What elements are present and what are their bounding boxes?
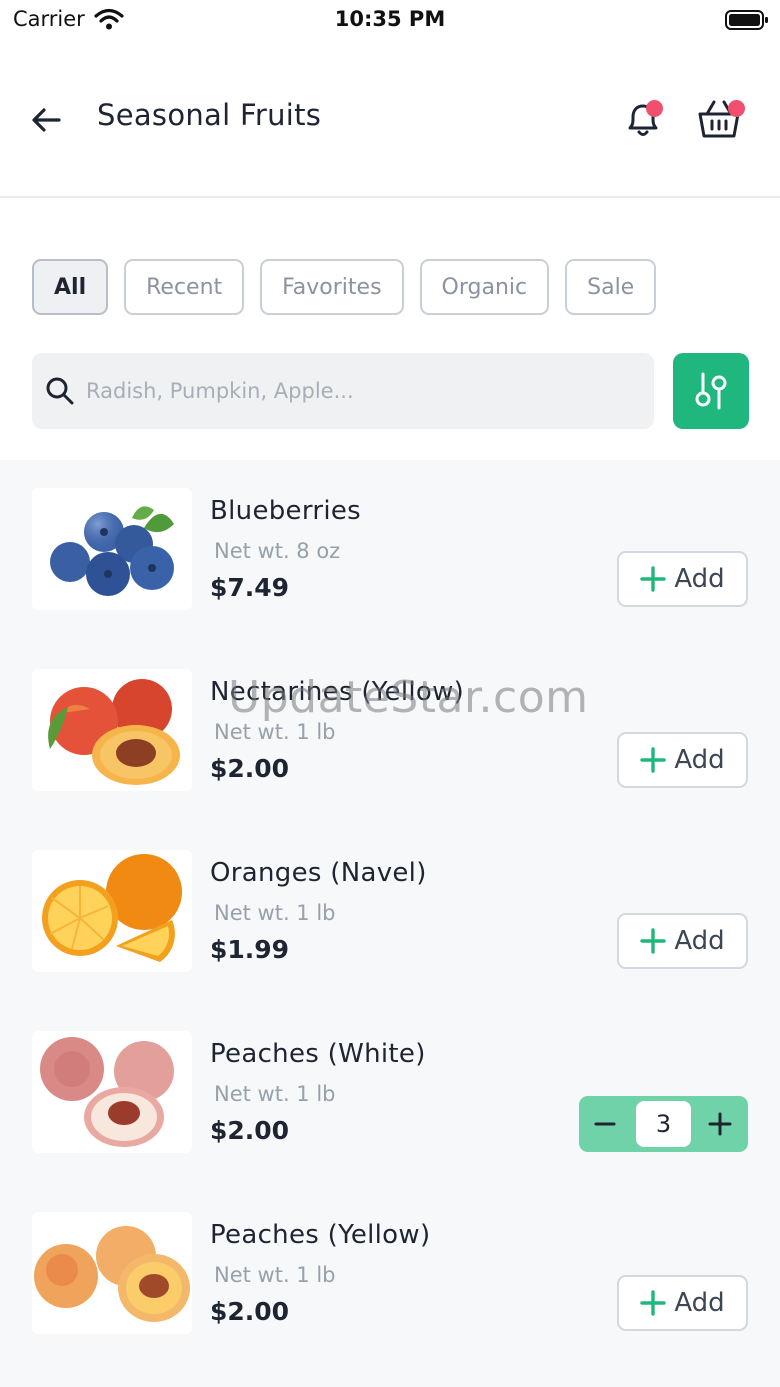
notification-badge (646, 100, 663, 117)
filter-chips: All Recent Favorites Organic Sale (32, 259, 657, 315)
add-label: Add (674, 1288, 725, 1318)
product-weight: Net wt. 1 lb (214, 1263, 336, 1287)
nectarines-image (32, 669, 192, 791)
plus-icon (640, 1290, 667, 1316)
plus-icon (708, 1112, 732, 1136)
add-button[interactable]: Add (617, 551, 748, 607)
product-name: Nectarines (Yellow) (210, 677, 465, 707)
product-price: $7.49 (210, 573, 290, 602)
add-button[interactable]: Add (617, 732, 748, 788)
quantity-stepper: 3 (579, 1096, 748, 1152)
notifications-button[interactable] (620, 96, 666, 142)
blueberries-image (32, 488, 192, 610)
filter-sliders-icon (695, 372, 727, 410)
cart-button[interactable] (694, 96, 746, 142)
product-weight: Net wt. 1 lb (214, 901, 336, 925)
product-weight: Net wt. 8 oz (214, 539, 341, 563)
product-weight: Net wt. 1 lb (214, 720, 336, 744)
product-name: Peaches (Yellow) (210, 1220, 431, 1250)
product-name: Oranges (Navel) (210, 858, 427, 888)
add-button[interactable]: Add (617, 913, 748, 969)
yellow-peaches-image (32, 1212, 192, 1334)
chip-favorites[interactable]: Favorites (260, 259, 404, 315)
add-button[interactable]: Add (617, 1275, 748, 1331)
quantity-value[interactable]: 3 (636, 1101, 691, 1147)
back-button[interactable] (26, 100, 66, 140)
status-bar: Carrier 10:35 PM (0, 0, 780, 42)
search-bar (32, 353, 654, 429)
cart-badge (728, 100, 745, 117)
product-weight: Net wt. 1 lb (214, 1082, 336, 1106)
search-icon (44, 375, 76, 411)
list-item[interactable]: Peaches (White) Net wt. 1 lb $2.00 3 (0, 1003, 780, 1184)
plus-icon (640, 928, 667, 954)
list-item[interactable]: Peaches (Yellow) Net wt. 1 lb $2.00 Add (0, 1184, 780, 1365)
oranges-image (32, 850, 192, 972)
chip-sale[interactable]: Sale (565, 259, 657, 315)
product-price: $1.99 (210, 935, 290, 964)
add-label: Add (674, 564, 725, 594)
chip-all[interactable]: All (32, 259, 109, 315)
filter-button[interactable] (673, 353, 749, 429)
search-input[interactable] (86, 353, 636, 429)
product-name: Blueberries (210, 496, 362, 526)
chip-recent[interactable]: Recent (124, 259, 245, 315)
product-name: Peaches (White) (210, 1039, 426, 1069)
product-list: Blueberries Net wt. 8 oz $7.49 Add Necta… (0, 460, 780, 1387)
clock: 10:35 PM (334, 7, 446, 31)
add-label: Add (674, 745, 725, 775)
battery-icon (725, 9, 769, 35)
chip-organic[interactable]: Organic (419, 259, 550, 315)
list-item[interactable]: Oranges (Navel) Net wt. 1 lb $1.99 Add (0, 822, 780, 1003)
list-item[interactable]: Blueberries Net wt. 8 oz $7.49 Add (0, 460, 780, 641)
product-price: $2.00 (210, 754, 290, 783)
back-arrow-icon (32, 108, 61, 132)
header: Seasonal Fruits (0, 60, 780, 198)
list-item[interactable]: Nectarines (Yellow) Net wt. 1 lb $2.00 A… (0, 641, 780, 822)
minus-icon (594, 1122, 616, 1126)
increase-button[interactable] (706, 1110, 734, 1138)
plus-icon (640, 747, 667, 773)
product-price: $2.00 (210, 1116, 290, 1145)
product-price: $2.00 (210, 1297, 290, 1326)
add-label: Add (674, 926, 725, 956)
white-peaches-image (32, 1031, 192, 1153)
plus-icon (640, 566, 667, 592)
page-title: Seasonal Fruits (97, 98, 322, 132)
decrease-button[interactable] (591, 1110, 619, 1138)
